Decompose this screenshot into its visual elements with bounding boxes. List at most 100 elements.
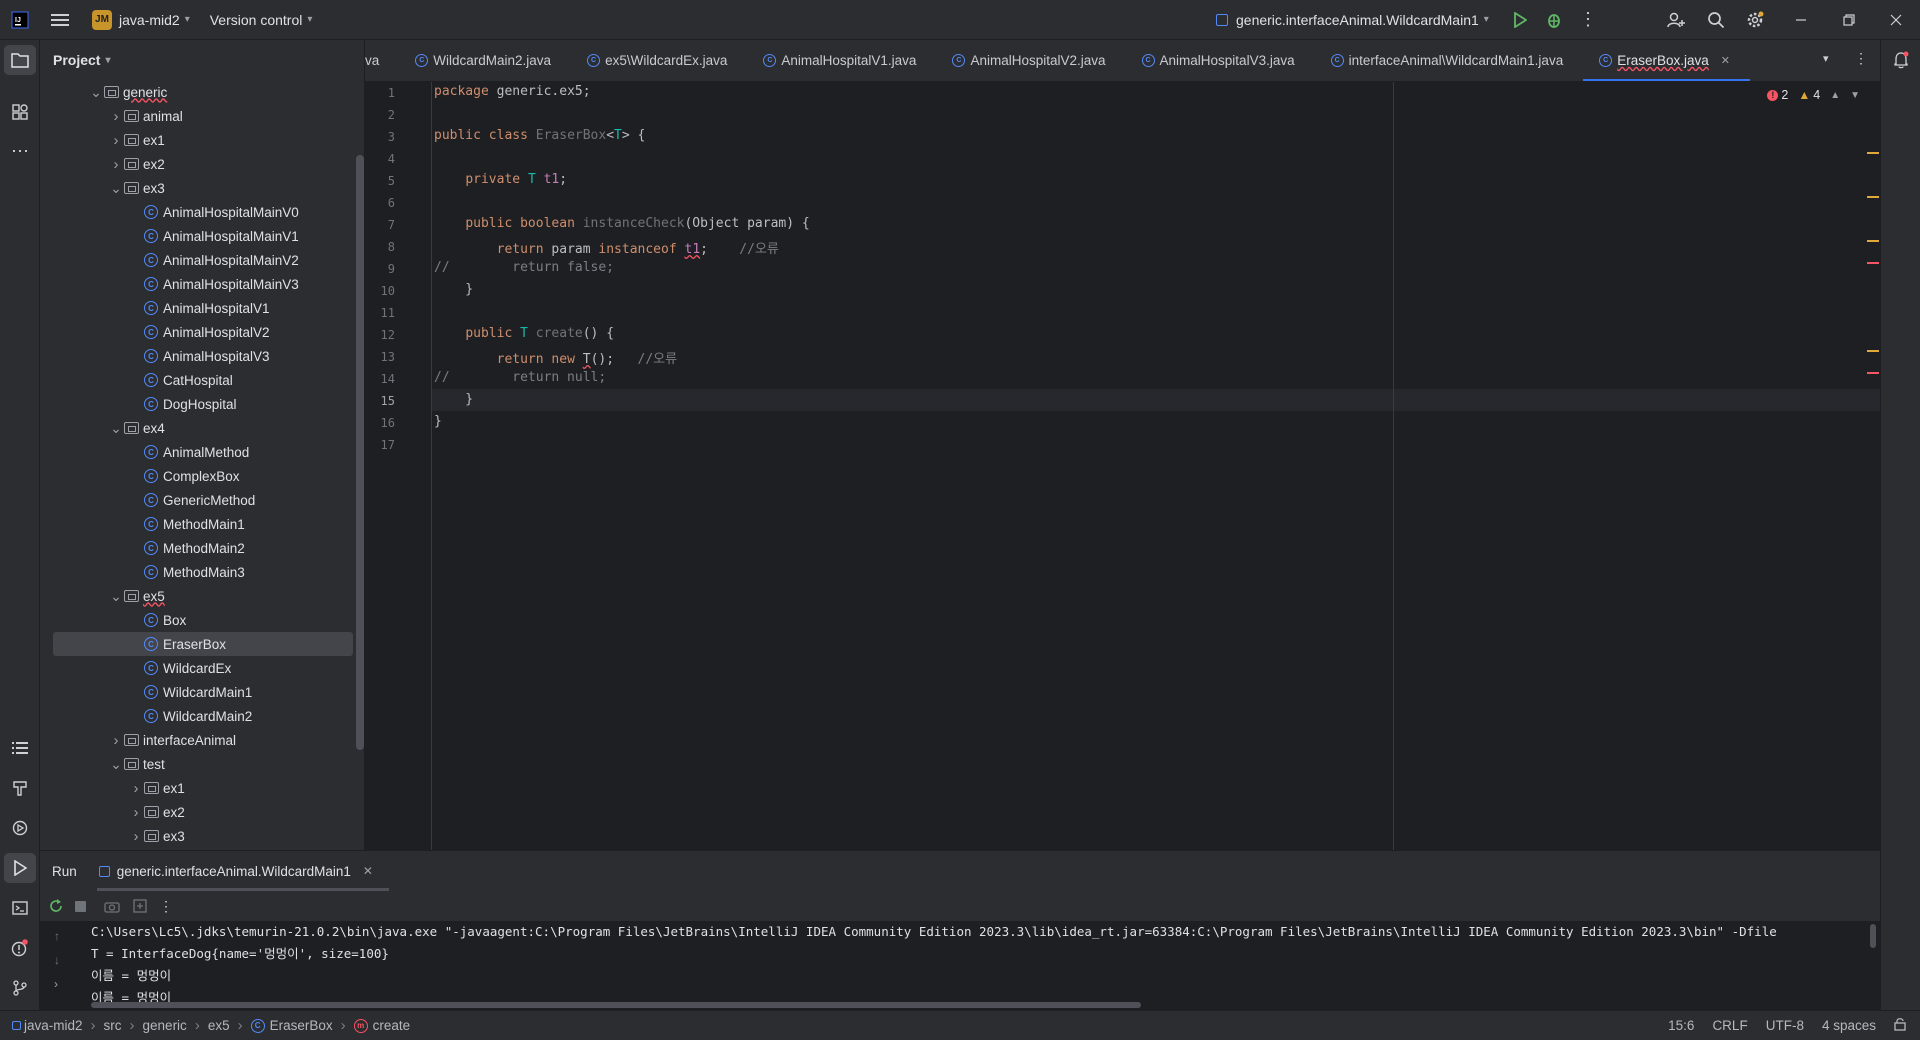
line-number[interactable]: 7 (365, 218, 395, 232)
run-more-icon[interactable]: ⋮ (154, 898, 178, 915)
tree-class[interactable]: C AnimalHospitalMainV3 (40, 272, 299, 296)
breadcrumb-item[interactable]: ex5 (208, 1018, 230, 1033)
tree-class[interactable]: C AnimalHospitalV3 (40, 344, 270, 368)
git-tool-icon[interactable] (4, 973, 36, 1003)
line-number[interactable]: 8 (365, 240, 395, 254)
tree-folder[interactable]: ⌄ ex5 (40, 584, 165, 608)
restore-layout-icon[interactable] (126, 899, 154, 913)
prev-highlight-icon[interactable]: ▲ (1830, 90, 1840, 101)
code-line[interactable]: // return false; (434, 260, 614, 275)
scroll-up-icon[interactable]: ↑ (54, 929, 60, 943)
chevron-right-icon[interactable]: › (128, 828, 144, 845)
error-stripe[interactable] (1867, 262, 1879, 264)
code-line[interactable]: private T t1; (434, 172, 567, 187)
chevron-right-icon[interactable]: › (108, 108, 124, 125)
code-line[interactable]: return new T(); //오류 (434, 348, 677, 367)
project-panel-header[interactable]: Project ▾ (40, 40, 364, 80)
chevron-right-icon[interactable]: › (108, 156, 124, 173)
code-line[interactable]: } (434, 282, 473, 297)
console-hscrollbar[interactable] (91, 1002, 1141, 1008)
close-icon[interactable] (1878, 5, 1914, 35)
todo-tool-icon[interactable] (4, 733, 36, 763)
line-number[interactable]: 1 (365, 86, 395, 100)
tree-class[interactable]: C DogHospital (40, 392, 237, 416)
line-number[interactable]: 6 (365, 196, 395, 210)
vcs-selector[interactable]: Version control ▾ (202, 6, 321, 34)
project-scrollbar[interactable] (356, 155, 364, 750)
warning-stripe[interactable] (1867, 350, 1879, 352)
lock-icon[interactable] (1894, 1017, 1906, 1034)
tree-class[interactable]: C AnimalHospitalV2 (40, 320, 270, 344)
breadcrumb-item[interactable]: src (104, 1018, 122, 1033)
build-tool-icon[interactable] (4, 773, 36, 803)
tree-folder[interactable]: › interfaceAnimal (40, 728, 237, 752)
settings-gear-icon[interactable] (1737, 5, 1773, 35)
tree-class[interactable]: C ComplexBox (40, 464, 240, 488)
line-number[interactable]: 2 (365, 108, 395, 122)
breadcrumb-item[interactable]: C EraserBox (250, 1018, 333, 1033)
tree-folder[interactable]: › ex1 (40, 128, 165, 152)
breadcrumb-item[interactable]: java-mid2 (12, 1018, 83, 1033)
run-icon[interactable] (1502, 5, 1538, 35)
app-logo-icon[interactable]: IJ (2, 5, 38, 35)
stop-icon[interactable] (68, 900, 92, 912)
restore-icon[interactable] (1831, 5, 1867, 35)
project-tool-icon[interactable] (4, 45, 36, 75)
chevron-right-icon[interactable]: › (128, 780, 144, 797)
chevron-down-icon[interactable]: ⌄ (88, 84, 104, 101)
editor-tab[interactable]: va (365, 40, 399, 81)
warning-stripe[interactable] (1867, 152, 1879, 154)
editor-tab[interactable]: C AnimalHospitalV1.java (747, 40, 936, 81)
tree-class[interactable]: C AnimalHospitalMainV2 (40, 248, 299, 272)
line-number[interactable]: 10 (365, 284, 395, 298)
code-line[interactable]: package generic.ex5; (434, 84, 591, 99)
line-number[interactable]: 5 (365, 174, 395, 188)
code-line[interactable]: return param instanceof t1; //오류 (434, 238, 779, 257)
line-separator[interactable]: CRLF (1712, 1018, 1747, 1033)
scroll-down-icon[interactable]: ↓ (54, 953, 60, 967)
code-line[interactable]: } (434, 414, 442, 429)
breadcrumb-item[interactable]: m create (353, 1018, 410, 1033)
code-line[interactable]: // return null; (434, 370, 606, 385)
terminal-tool-icon[interactable] (4, 893, 36, 923)
tree-folder[interactable]: › ex2 (40, 152, 165, 176)
chevron-down-icon[interactable]: ⌄ (108, 756, 124, 773)
editor-tab[interactable]: CinterfaceAnimal\WildcardMain1.java (1315, 40, 1584, 81)
tabs-more-icon[interactable]: ⋮ (1854, 50, 1868, 67)
console-vscrollbar[interactable] (1870, 924, 1876, 948)
tree-class[interactable]: C Box (40, 608, 186, 632)
warning-stripe[interactable] (1867, 240, 1879, 242)
tree-class[interactable]: C AnimalHospitalMainV1 (40, 224, 299, 248)
console-output[interactable]: C:\Users\Lc5\.jdks\temurin-21.0.2\bin\ja… (80, 921, 1880, 1011)
line-number[interactable]: 17 (365, 438, 395, 452)
tree-class[interactable]: C MethodMain2 (40, 536, 245, 560)
editor-tab[interactable]: Cex5\WildcardEx.java (571, 40, 747, 81)
tree-folder[interactable]: › ex2 (40, 800, 185, 824)
chevron-right-icon[interactable]: › (108, 132, 124, 149)
indent-setting[interactable]: 4 spaces (1822, 1018, 1876, 1033)
close-tab-icon[interactable]: ✕ (1721, 54, 1730, 67)
tree-folder[interactable]: › ex3 (40, 824, 185, 848)
code-line[interactable]: public T create() { (434, 326, 614, 341)
tree-class[interactable]: C AnimalHospitalV1 (40, 296, 270, 320)
tree-class[interactable]: C WildcardMain2 (40, 704, 252, 728)
code-with-me-icon[interactable] (1658, 5, 1694, 35)
rerun-icon[interactable] (44, 899, 68, 913)
inspection-widget[interactable]: ! 2 ▲ 4 ▲ ▼ (1767, 88, 1860, 102)
next-highlight-icon[interactable]: ▼ (1850, 90, 1860, 101)
problems-tool-icon[interactable] (4, 933, 36, 963)
chevron-right-icon[interactable]: › (108, 732, 124, 749)
structure-tool-icon[interactable] (4, 97, 36, 127)
code-line[interactable]: public class EraserBox<T> { (434, 128, 645, 143)
tree-class[interactable]: C WildcardMain1 (40, 680, 252, 704)
line-number[interactable]: 12 (365, 328, 395, 342)
line-number[interactable]: 14 (365, 372, 395, 386)
camera-icon[interactable] (98, 900, 126, 913)
tree-folder[interactable]: ⌄ generic (40, 80, 167, 104)
search-icon[interactable] (1698, 5, 1734, 35)
tree-class[interactable]: C EraserBox (53, 632, 353, 656)
warning-stripe[interactable] (1867, 196, 1879, 198)
editor-tab[interactable]: C AnimalHospitalV3.java (1126, 40, 1315, 81)
run-config-selector[interactable]: generic.interfaceAnimal.WildcardMain1 ▾ (1208, 6, 1497, 34)
minimize-icon[interactable] (1783, 5, 1819, 35)
